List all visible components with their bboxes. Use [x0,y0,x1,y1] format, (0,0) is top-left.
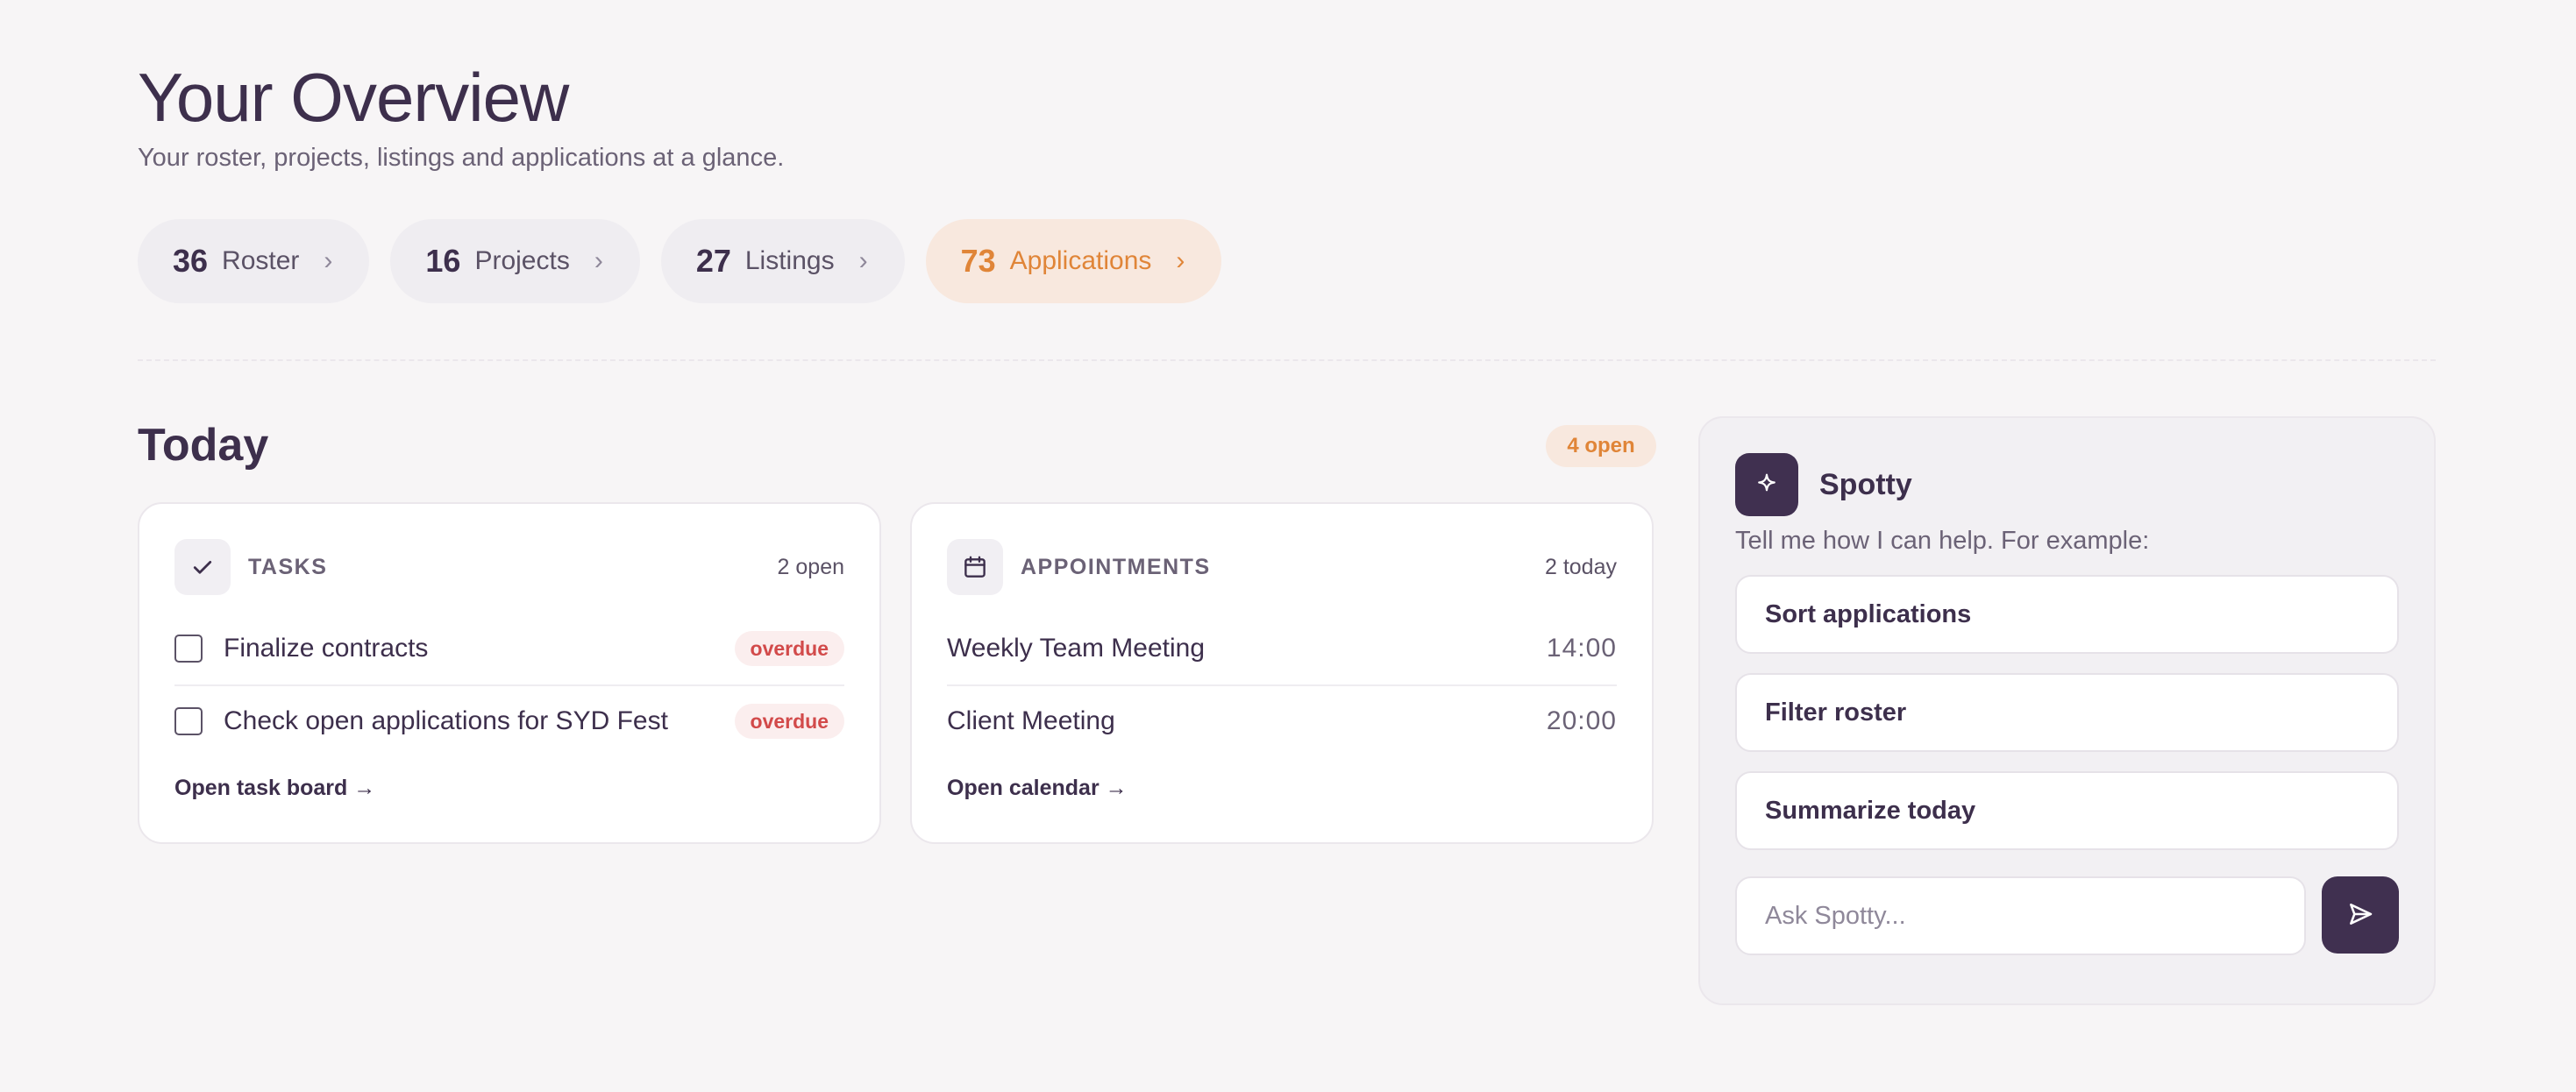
stat-label: Listings [744,246,835,275]
check-icon [174,539,231,595]
chevron-right-icon: › [858,246,868,275]
appointments-label: APPOINTMENTS [1021,554,1211,579]
chevron-right-icon: › [1176,246,1185,275]
tasks-card: TASKS 2 open Finalize contracts overdue … [138,502,881,844]
send-button[interactable] [2322,876,2399,954]
stat-pill-projects[interactable]: 16 Projects › [390,219,640,303]
spotty-name: Spotty [1819,467,1912,501]
send-icon [2346,900,2374,931]
chevron-right-icon: › [324,246,333,275]
overdue-badge: overdue [734,704,844,739]
page-title: Your Overview [138,59,569,136]
stat-count: 73 [960,243,996,279]
appointment-time: 14:00 [1546,634,1617,663]
open-count-badge: 4 open [1546,425,1656,467]
appointments-card-header: APPOINTMENTS 2 today [947,539,1617,595]
suggestion-summarize-today[interactable]: Summarize today [1735,771,2399,850]
suggestion-sort-applications[interactable]: Sort applications [1735,575,2399,654]
stat-label: Roster [222,246,300,275]
suggestion-filter-roster[interactable]: Filter roster [1735,673,2399,752]
task-checkbox[interactable] [174,707,203,735]
chevron-right-icon: › [594,246,603,275]
tasks-label: TASKS [248,554,328,579]
ask-spotty-input[interactable] [1735,876,2306,955]
appointment-row[interactable]: Client Meeting 20:00 [947,684,1617,756]
tasks-count: 2 open [777,554,844,579]
task-checkbox[interactable] [174,635,203,663]
appointments-card: APPOINTMENTS 2 today Weekly Team Meeting… [910,502,1654,844]
today-heading: Today [138,420,269,471]
sparkle-icon [1735,453,1798,516]
appointment-title: Client Meeting [947,706,1115,735]
calendar-icon [947,539,1003,595]
open-task-board-link[interactable]: Open task board → [174,776,375,801]
open-calendar-link[interactable]: Open calendar → [947,776,1128,801]
stat-count: 27 [695,243,731,279]
appointment-time: 20:00 [1546,706,1617,735]
section-divider [138,359,2436,361]
appointments-count: 2 today [1544,554,1617,579]
stat-label: Projects [474,246,570,275]
stat-label: Applications [1009,246,1152,275]
stat-pill-roster[interactable]: 36 Roster › [138,219,370,303]
spotty-header: Spotty [1735,453,2399,516]
overdue-badge: overdue [734,631,844,666]
appointment-row[interactable]: Weekly Team Meeting 14:00 [947,613,1617,684]
spotty-assistant-panel: Spotty Tell me how I can help. For examp… [1698,416,2436,1005]
stat-pill-listings[interactable]: 27 Listings › [660,219,905,303]
stat-pills: 36 Roster › 16 Projects › 27 Listings › … [138,219,1222,303]
spotty-input-row [1735,876,2399,955]
tasks-card-header: TASKS 2 open [174,539,844,595]
stat-count: 16 [425,243,461,279]
overview-page: Your Overview Your roster, projects, lis… [0,0,2576,1092]
task-row: Finalize contracts overdue [174,613,844,684]
page-subtitle: Your roster, projects, listings and appl… [138,144,785,172]
stat-pill-applications[interactable]: 73 Applications › [925,219,1222,303]
appointment-title: Weekly Team Meeting [947,634,1206,663]
task-text: Check open applications for SYD Fest [224,706,668,735]
task-text: Finalize contracts [224,634,429,663]
stat-count: 36 [173,243,209,279]
task-row: Check open applications for SYD Fest ove… [174,684,844,756]
spotty-intro: Tell me how I can help. For example: [1735,527,2150,555]
